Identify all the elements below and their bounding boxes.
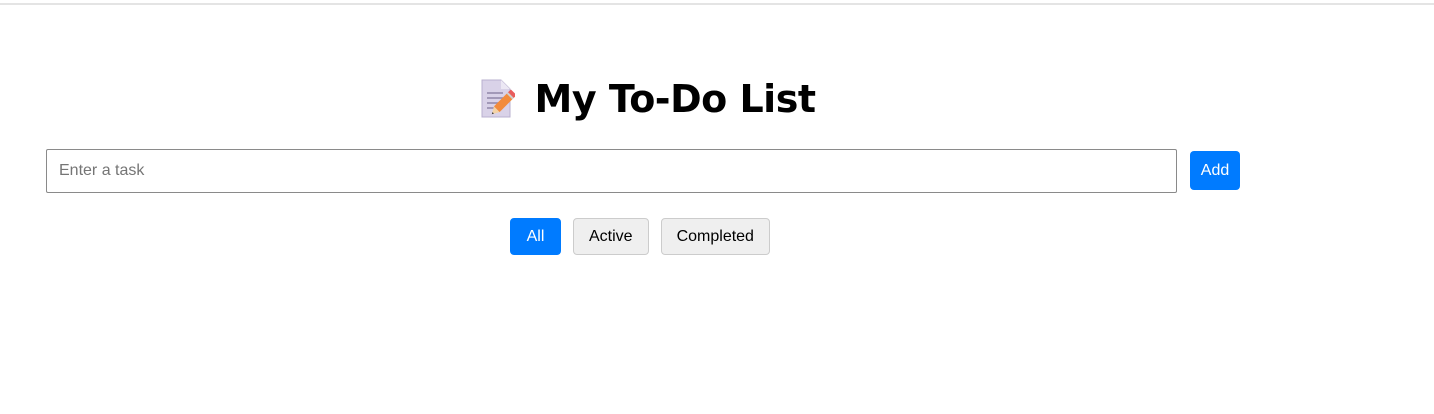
task-input[interactable]	[46, 149, 1177, 193]
top-divider	[0, 3, 1434, 5]
filter-active-button[interactable]: Active	[573, 218, 649, 255]
header: My To-Do List	[0, 74, 1294, 124]
filter-completed-button[interactable]: Completed	[660, 218, 770, 255]
page-title: My To-Do List	[534, 77, 816, 121]
todo-app: My To-Do List Add All Active Completed	[0, 0, 1434, 414]
add-task-button[interactable]: Add	[1190, 151, 1240, 190]
filter-all-button[interactable]: All	[510, 218, 561, 255]
memo-pencil-icon	[479, 79, 517, 119]
filter-bar: All Active Completed	[510, 218, 770, 255]
